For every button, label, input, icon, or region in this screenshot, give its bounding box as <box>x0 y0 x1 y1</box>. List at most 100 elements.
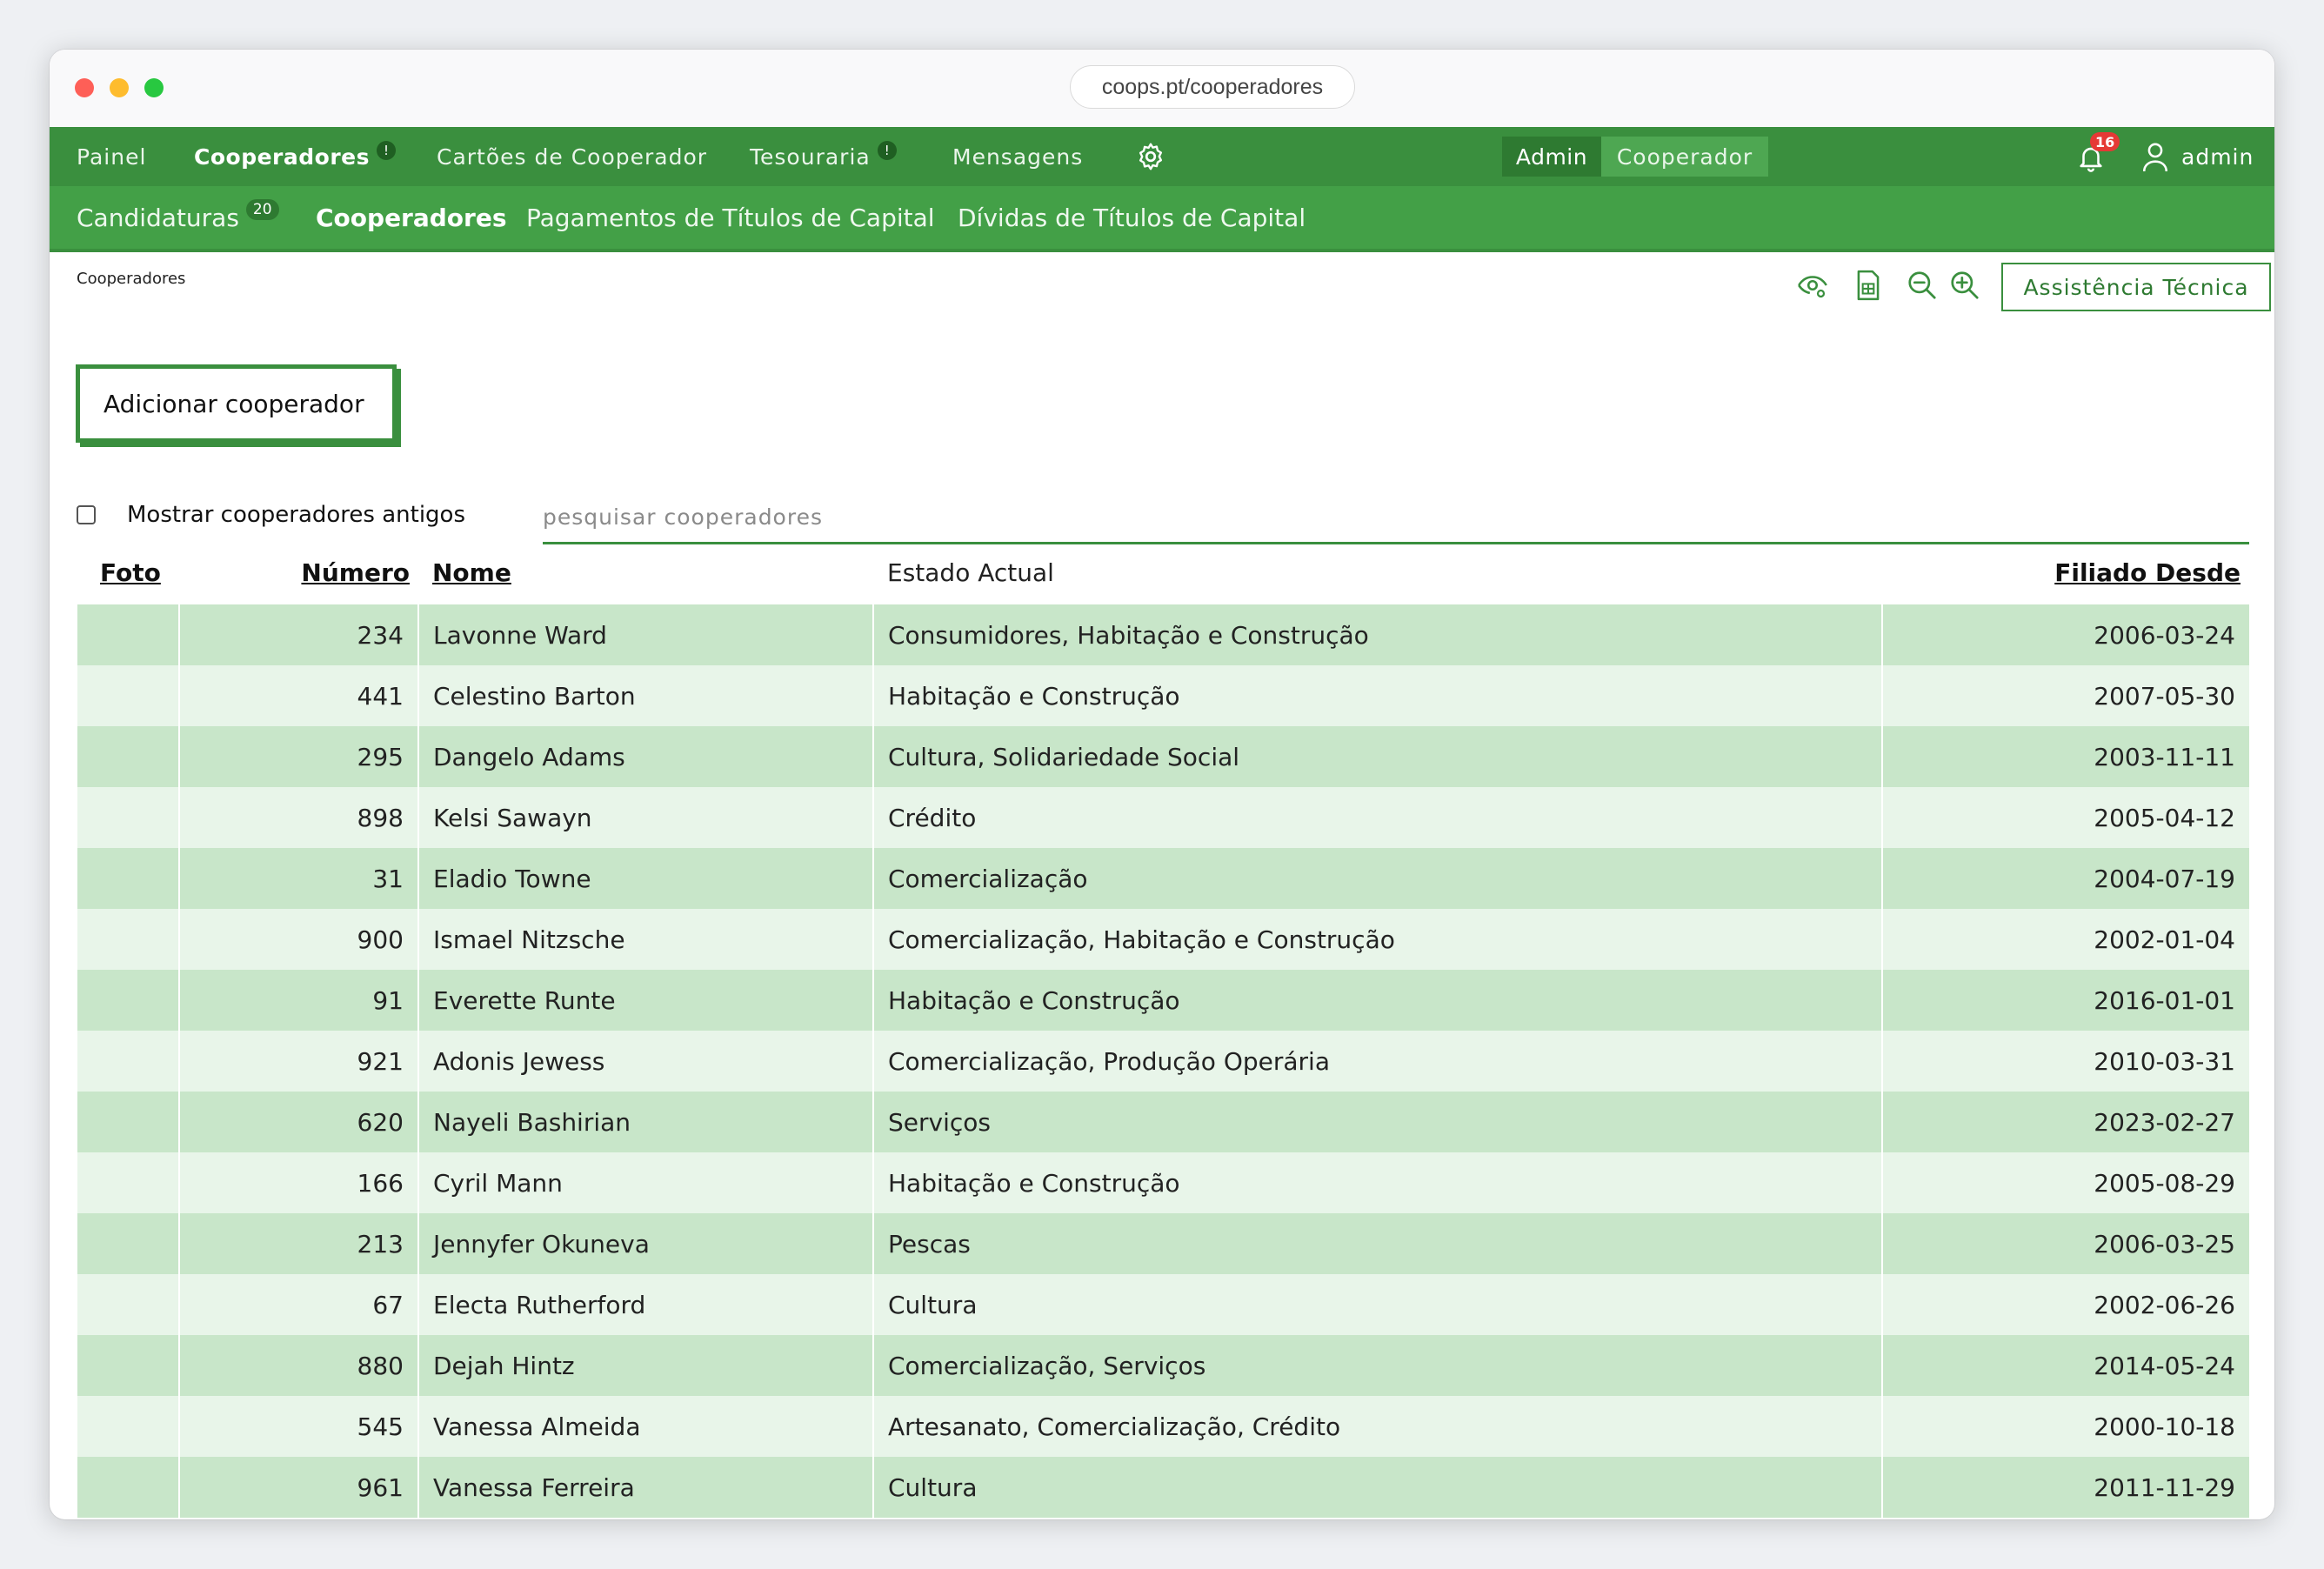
table-row[interactable]: 898 Kelsi Sawayn Crédito 2005-04-12 <box>77 787 2249 848</box>
show-old-label: Mostrar cooperadores antigos <box>127 502 466 528</box>
minimize-window-button[interactable] <box>110 78 129 97</box>
column-header-nome[interactable]: Nome <box>418 540 873 604</box>
cell-estado: Habitação e Construção <box>872 1152 1882 1213</box>
user-icon[interactable] <box>2140 140 2170 173</box>
cell-estado: Consumidores, Habitação e Construção <box>872 604 1882 665</box>
cell-numero: 31 <box>178 848 418 909</box>
visibility-settings-icon[interactable] <box>1796 269 1829 302</box>
cell-foto <box>77 1396 179 1457</box>
maximize-window-button[interactable] <box>144 78 164 97</box>
sub-navigation: Candidaturas 20 Cooperadores Pagamentos … <box>50 186 2274 252</box>
show-old-checkbox[interactable] <box>77 505 96 524</box>
cell-filiado: 2002-01-04 <box>1881 909 2249 970</box>
cell-numero: 900 <box>178 909 418 970</box>
table-row[interactable]: 295 Dangelo Adams Cultura, Solidariedade S… <box>77 726 2249 787</box>
cooperadores-table: Foto Número Nome Estado Actual Filiado D… <box>77 540 2249 1518</box>
cell-filiado: 2002-06-26 <box>1881 1274 2249 1335</box>
add-cooperador-button[interactable]: Adicionar cooperador <box>76 364 397 443</box>
table-row[interactable]: 441 Celestino Barton Habitação e Construçã… <box>77 665 2249 726</box>
table-row[interactable]: 67 Electa Rutherford Cultura 2002-06-26 <box>77 1274 2249 1335</box>
cell-numero: 880 <box>178 1335 418 1396</box>
zoom-out-icon[interactable] <box>1906 269 1939 302</box>
nav-item-painel[interactable]: Painel <box>77 127 146 186</box>
cell-numero: 91 <box>178 970 418 1031</box>
nav-item-cooperadores[interactable]: Cooperadores ! <box>194 127 396 186</box>
cell-foto <box>77 1457 179 1518</box>
cell-nome: Nayeli Bashirian <box>417 1092 873 1152</box>
subnav-item-pagamentos[interactable]: Pagamentos de Títulos de Capital <box>526 186 935 249</box>
technical-assistance-button[interactable]: Assistência Técnica <box>2001 263 2271 311</box>
nav-item-label: Cartões de Cooperador <box>437 144 708 170</box>
cell-foto <box>77 970 179 1031</box>
column-header-estado: Estado Actual <box>887 557 1054 587</box>
cell-foto <box>77 848 179 909</box>
cell-nome: Eladio Towne <box>417 848 873 909</box>
cell-numero: 921 <box>178 1031 418 1092</box>
cell-filiado: 2014-05-24 <box>1881 1335 2249 1396</box>
cell-nome: Adonis Jewess <box>417 1031 873 1092</box>
mode-admin-button[interactable]: Admin <box>1502 137 1601 177</box>
gear-icon[interactable] <box>1135 141 1166 172</box>
cell-numero: 620 <box>178 1092 418 1152</box>
cell-filiado: 2005-08-29 <box>1881 1152 2249 1213</box>
cell-filiado: 2004-07-19 <box>1881 848 2249 909</box>
cell-estado: Pescas <box>872 1213 1882 1274</box>
table-row[interactable]: 961 Vanessa Ferreira Cultura 2011-11-29 <box>77 1457 2249 1518</box>
mode-cooperador-button[interactable]: Cooperador <box>1601 137 1768 177</box>
table-row[interactable]: 900 Ismael Nitzsche Comercialização, Habit… <box>77 909 2249 970</box>
browser-window: coops.pt/cooperadores Painel Cooperadore… <box>50 50 2274 1519</box>
cell-nome: Vanessa Ferreira <box>417 1457 873 1518</box>
table-row[interactable]: 545 Vanessa Almeida Artesanato, Comerciali… <box>77 1396 2249 1457</box>
cell-estado: Cultura <box>872 1274 1882 1335</box>
nav-item-tesouraria[interactable]: Tesouraria ! <box>750 127 897 186</box>
cell-estado: Habitação e Construção <box>872 665 1882 726</box>
table-row[interactable]: 91 Everette Runte Habitação e Construção 20… <box>77 970 2249 1031</box>
search-input[interactable] <box>543 491 2249 544</box>
close-window-button[interactable] <box>75 78 94 97</box>
cell-foto <box>77 665 179 726</box>
cell-nome: Cyril Mann <box>417 1152 873 1213</box>
cell-filiado: 2000-10-18 <box>1881 1396 2249 1457</box>
table-row[interactable]: 166 Cyril Mann Habitação e Construção 2005-… <box>77 1152 2249 1213</box>
cell-filiado: 2011-11-29 <box>1881 1457 2249 1518</box>
table-row[interactable]: 31 Eladio Towne Comercialização 2004-07-19 <box>77 848 2249 909</box>
user-menu[interactable]: admin <box>2181 127 2254 186</box>
nav-item-mensagens[interactable]: Mensagens <box>952 127 1083 186</box>
cell-numero: 441 <box>178 665 418 726</box>
subnav-item-candidaturas[interactable]: Candidaturas 20 <box>77 186 279 249</box>
cell-numero: 166 <box>178 1152 418 1213</box>
cell-filiado: 2010-03-31 <box>1881 1031 2249 1092</box>
cell-nome: Ismael Nitzsche <box>417 909 873 970</box>
cell-nome: Kelsi Sawayn <box>417 787 873 848</box>
table-row[interactable]: 234 Lavonne Ward Consumidores, Habitação e… <box>77 604 2249 665</box>
cell-filiado: 2003-11-11 <box>1881 726 2249 787</box>
breadcrumb: Cooperadores <box>77 270 186 288</box>
subnav-item-dividas[interactable]: Dívidas de Títulos de Capital <box>958 186 1306 249</box>
cell-filiado: 2006-03-25 <box>1881 1213 2249 1274</box>
address-bar[interactable]: coops.pt/cooperadores <box>1070 65 1355 109</box>
cell-foto <box>77 726 179 787</box>
table-row[interactable]: 880 Dejah Hintz Comercialização, Serviços 2… <box>77 1335 2249 1396</box>
nav-item-cartoes[interactable]: Cartões de Cooperador <box>437 127 707 186</box>
cell-nome: Dangelo Adams <box>417 726 873 787</box>
nav-item-label: Tesouraria <box>750 144 871 170</box>
subnav-item-label: Pagamentos de Títulos de Capital <box>526 203 935 232</box>
column-header-filiado[interactable]: Filiado Desde <box>1882 540 2249 604</box>
column-header-numero[interactable]: Número <box>179 540 418 604</box>
cell-foto <box>77 787 179 848</box>
subnav-item-cooperadores[interactable]: Cooperadores <box>316 186 507 249</box>
table-row[interactable]: 620 Nayeli Bashirian Serviços 2023-02-27 <box>77 1092 2249 1152</box>
cell-estado: Cultura, Solidariedade Social <box>872 726 1882 787</box>
table-row[interactable]: 213 Jennyfer Okuneva Pescas 2006-03-25 <box>77 1213 2249 1274</box>
count-badge: 20 <box>245 199 279 220</box>
cell-nome: Electa Rutherford <box>417 1274 873 1335</box>
zoom-in-icon[interactable] <box>1948 269 1981 302</box>
cell-foto <box>77 604 179 665</box>
table-row[interactable]: 921 Adonis Jewess Comercialização, Produçã… <box>77 1031 2249 1092</box>
spreadsheet-export-icon[interactable] <box>1852 269 1885 302</box>
column-header-foto[interactable]: Foto <box>77 540 179 604</box>
cell-filiado: 2016-01-01 <box>1881 970 2249 1031</box>
cell-estado: Serviços <box>872 1092 1882 1152</box>
cell-foto <box>77 1031 179 1092</box>
cell-filiado: 2006-03-24 <box>1881 604 2249 665</box>
